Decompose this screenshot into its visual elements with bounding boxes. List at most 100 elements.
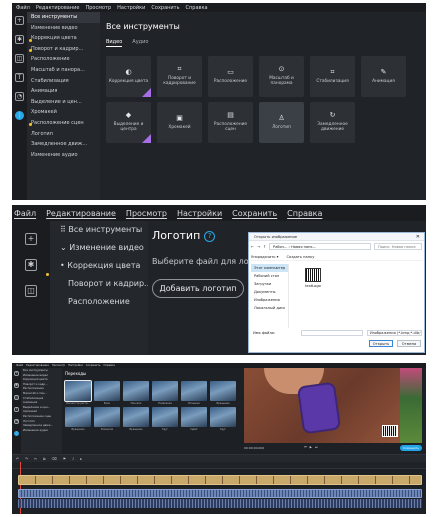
audio-track-clip[interactable] <box>18 499 422 508</box>
nav-item[interactable]: Этот компьютер <box>251 264 288 272</box>
tool-tile-zoom-pan[interactable]: ⊙ Масштаб и панорама <box>259 56 304 97</box>
video-preview[interactable] <box>244 368 422 443</box>
filename-input[interactable] <box>301 330 363 336</box>
sidebar-item[interactable]: Расположение сцен <box>27 118 100 129</box>
menu-file[interactable]: Файл <box>16 5 30 11</box>
menu-help[interactable]: Справка <box>287 209 322 218</box>
tool-tile-highlight[interactable]: ◆ Выделение и центра <box>106 102 151 143</box>
tool-tile-layout[interactable]: ▭ Расположение <box>208 56 253 97</box>
sidebar-item[interactable]: Стабилизация <box>27 76 100 87</box>
sidebar-item[interactable]: Коррекция цвета <box>27 33 100 44</box>
up-icon[interactable]: ↑ <box>263 245 266 249</box>
tool-tile-chroma-key[interactable]: ▣ Хромакей <box>157 102 202 143</box>
menu-file[interactable]: Файл <box>14 209 36 218</box>
video-track-clip[interactable] <box>18 475 422 485</box>
help-icon[interactable]: ? <box>204 231 216 242</box>
transition-thumb[interactable]: Круг <box>210 407 236 431</box>
organize-button[interactable]: Упорядочить ▾ <box>251 255 278 259</box>
transition-thumb[interactable]: Пиксели <box>123 381 149 405</box>
sidebar-item[interactable]: Изменение аудио <box>27 150 100 161</box>
nav-item[interactable]: Загрузки <box>251 280 288 288</box>
export-button[interactable]: Сохранить <box>400 445 422 451</box>
sidebar-item-all-tools[interactable]: Все инструменты <box>27 12 100 23</box>
transition-thumb[interactable]: Вращение <box>65 407 91 431</box>
tool-tile-logo[interactable]: ♙ Логотип <box>259 102 304 143</box>
menu-edit[interactable]: Редактирование <box>36 5 80 11</box>
tab-audio[interactable]: Аудио <box>132 39 148 47</box>
play-icon[interactable]: ▸ <box>80 457 82 461</box>
menu-settings[interactable]: Настройки <box>177 209 222 218</box>
open-button[interactable]: Открыть <box>369 340 393 347</box>
menu-save[interactable]: Сохранить <box>151 5 179 11</box>
sidebar-item[interactable]: Поворот и кадрир... <box>50 275 148 293</box>
filetype-select[interactable]: Изображения (*.bmp;*.dib;*.jpg <box>367 330 422 336</box>
sidebar-item[interactable]: Изменение видео <box>27 23 100 34</box>
sidebar-item[interactable]: ⌄ Изменение видео <box>50 239 148 257</box>
sidebar-item[interactable]: Анимация <box>27 86 100 97</box>
more-tools-icon[interactable]: ⋮ <box>14 431 19 436</box>
transitions-icon[interactable]: ◫ <box>15 54 24 63</box>
nav-item[interactable]: Рабочий стол <box>251 272 288 280</box>
new-folder-button[interactable]: Создать папку <box>286 255 314 259</box>
qr-logo-overlay[interactable] <box>382 425 398 437</box>
tab-video[interactable]: Видео <box>106 39 123 47</box>
transition-thumb[interactable]: Вращение <box>210 381 236 405</box>
titles-icon[interactable]: T <box>15 73 24 82</box>
transitions-icon[interactable]: ◫ <box>25 285 37 297</box>
menu-edit[interactable]: Редактирование <box>26 364 49 367</box>
cancel-button[interactable]: Отмена <box>397 340 421 347</box>
forward-icon[interactable]: → <box>257 245 260 249</box>
sidebar-item[interactable]: Масштаб и панора... <box>27 65 100 76</box>
search-input[interactable]: Поиск: Новая папка <box>374 243 422 250</box>
sidebar-item[interactable]: Логотип <box>27 129 100 140</box>
titles-icon[interactable]: T <box>14 407 19 412</box>
tool-tile-stabilization[interactable]: ⌗ Стабилизация <box>310 56 355 97</box>
sidebar-item[interactable]: Поворот и кадрир... <box>27 44 100 55</box>
sidebar-item[interactable]: Выделение и цен... <box>27 97 100 108</box>
playback-buttons[interactable]: ⏮ ▶ ⏭ <box>304 445 319 449</box>
sidebar-item[interactable]: Замедленное движ... <box>27 139 100 150</box>
transitions-icon[interactable]: ◫ <box>14 395 19 400</box>
import-icon[interactable]: + <box>14 371 19 376</box>
marker-icon[interactable]: ⚑ <box>63 457 66 461</box>
effects-icon[interactable]: ✱ <box>25 259 37 271</box>
back-icon[interactable]: ← <box>251 245 254 249</box>
transition-thumb[interactable]: Сдвиг <box>181 407 207 431</box>
transition-thumb[interactable]: Волнистое раств... <box>64 380 92 405</box>
undo-icon[interactable]: ↶ <box>16 457 19 461</box>
nav-item[interactable]: Изображения <box>251 296 288 304</box>
menu-file[interactable]: Файл <box>16 364 23 367</box>
import-icon[interactable]: + <box>25 233 37 245</box>
effects-icon[interactable]: ✱ <box>15 35 24 44</box>
add-logo-button[interactable]: Добавить логотип <box>152 279 244 298</box>
menu-settings[interactable]: Настройки <box>68 364 83 367</box>
tool-tile-slow-motion[interactable]: ↻ Замедленное движение <box>310 102 355 143</box>
nav-item[interactable]: Документы <box>251 288 288 296</box>
transition-thumb[interactable]: Вспышка <box>181 381 207 405</box>
copy-icon[interactable]: ⧉ <box>43 457 46 461</box>
stickers-icon[interactable]: ◔ <box>15 92 24 101</box>
sidebar-item[interactable]: Хромакей <box>27 107 100 118</box>
sidebar-item[interactable]: • Коррекция цвета <box>50 257 148 275</box>
transition-thumb[interactable]: Появление <box>152 381 178 405</box>
menu-save[interactable]: Сохранить <box>86 364 101 367</box>
menu-settings[interactable]: Настройки <box>117 5 145 11</box>
menu-help[interactable]: Справка <box>103 364 114 367</box>
timeline-ruler[interactable] <box>12 462 426 514</box>
stickers-icon[interactable]: ◔ <box>14 419 19 424</box>
transition-thumb[interactable]: Вращение <box>123 407 149 431</box>
menu-view[interactable]: Просмотр <box>85 5 111 11</box>
import-icon[interactable]: + <box>15 16 24 25</box>
delete-icon[interactable]: ⌫ <box>52 457 57 461</box>
audio-icon[interactable]: ♪ <box>72 457 74 461</box>
menu-view[interactable]: Просмотр <box>126 209 167 218</box>
close-icon[interactable]: ✕ <box>416 233 420 241</box>
sidebar-item[interactable]: Расположение <box>27 54 100 65</box>
menu-edit[interactable]: Редактирование <box>46 209 116 218</box>
audio-track-clip[interactable] <box>18 489 422 498</box>
effects-icon[interactable]: ✱ <box>14 383 19 388</box>
tool-tile-crop-rotate[interactable]: ⌗ Поворот и кадрирование <box>157 56 202 97</box>
file-item[interactable]: textLogo <box>303 268 323 288</box>
transition-thumb[interactable]: Блик <box>94 381 120 405</box>
transition-thumb[interactable]: Размытие <box>94 407 120 431</box>
